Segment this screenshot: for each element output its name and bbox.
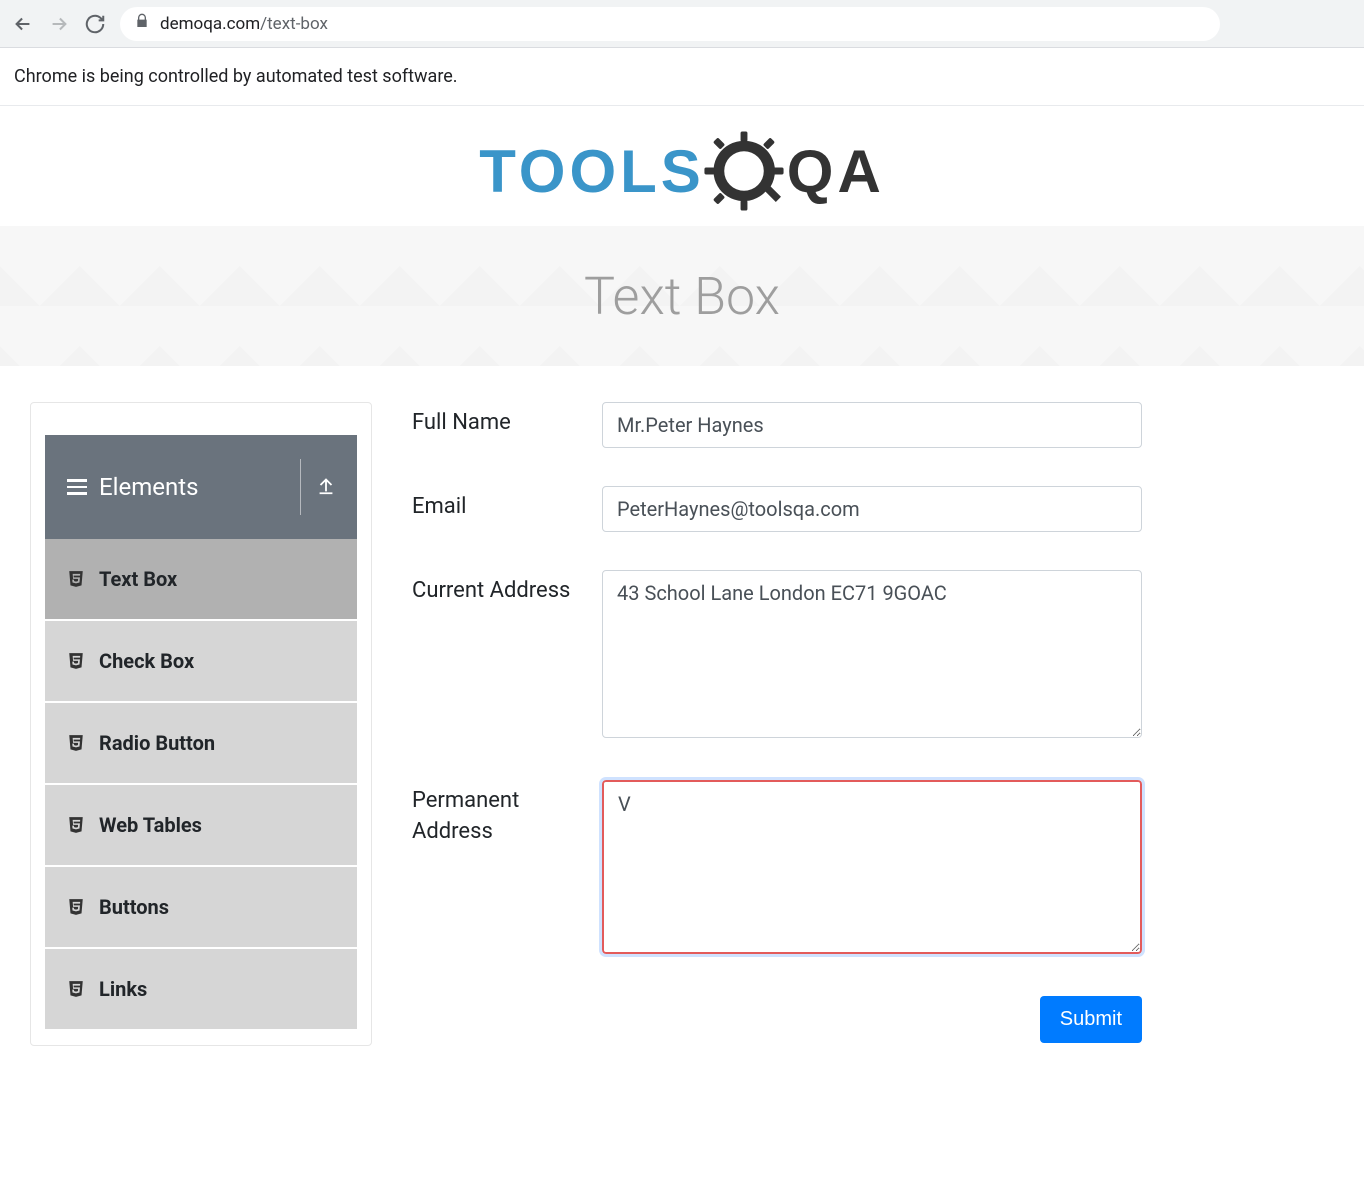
menu-icon	[67, 475, 87, 499]
sidebar-item-label: Radio Button	[99, 731, 215, 755]
forward-button[interactable]	[48, 13, 70, 35]
full-name-label: Full Name	[412, 402, 602, 439]
sidebar-item-radio-button[interactable]: Radio Button	[45, 703, 357, 785]
url-text: demoqa.com/text-box	[160, 14, 328, 34]
lock-icon	[134, 13, 150, 34]
email-label: Email	[412, 486, 602, 523]
sidebar-item-buttons[interactable]: Buttons	[45, 867, 357, 949]
sidebar-header[interactable]: Elements	[45, 435, 357, 539]
logo-suffix: QA	[787, 137, 885, 206]
current-address-label: Current Address	[412, 570, 602, 607]
reload-button[interactable]	[84, 13, 106, 35]
current-address-textarea[interactable]: 43 School Lane London EC71 9GOAC	[602, 570, 1142, 738]
sidebar-item-check-box[interactable]: Check Box	[45, 621, 357, 703]
back-button[interactable]	[12, 13, 34, 35]
gear-icon	[701, 128, 787, 214]
page-title: Text Box	[584, 266, 780, 327]
automation-banner: Chrome is being controlled by automated …	[0, 48, 1364, 106]
sidebar-item-web-tables[interactable]: Web Tables	[45, 785, 357, 867]
sidebar-header-label: Elements	[99, 473, 198, 501]
html5-icon	[67, 980, 85, 998]
html5-icon	[67, 898, 85, 916]
logo-text: TOOLS	[479, 137, 705, 206]
sidebar-item-text-box[interactable]: Text Box	[45, 539, 357, 621]
html5-icon	[67, 816, 85, 834]
sidebar-item-links[interactable]: Links	[45, 949, 357, 1031]
sidebar-item-label: Links	[99, 977, 147, 1001]
address-bar[interactable]: demoqa.com/text-box	[120, 7, 1220, 41]
sidebar-item-label: Buttons	[99, 895, 169, 919]
page-banner: Text Box	[0, 226, 1364, 366]
logo[interactable]: TOOLS QA	[479, 128, 885, 214]
automation-banner-text: Chrome is being controlled by automated …	[14, 66, 458, 87]
html5-icon	[67, 652, 85, 670]
html5-icon	[67, 734, 85, 752]
text-box-form: Full Name Email Current Address 43 Schoo…	[412, 402, 1142, 1043]
logo-area: TOOLS QA	[0, 106, 1364, 226]
full-name-input[interactable]	[602, 402, 1142, 448]
sidebar-item-label: Check Box	[99, 649, 194, 673]
email-input[interactable]	[602, 486, 1142, 532]
permanent-address-label: Permanent Address	[412, 780, 602, 848]
sidebar-item-label: Text Box	[99, 567, 177, 591]
sidebar: Elements Text Box Check Box Radio Button…	[30, 402, 372, 1046]
browser-toolbar: demoqa.com/text-box	[0, 0, 1364, 48]
sidebar-item-label: Web Tables	[99, 813, 202, 837]
submit-button[interactable]: Submit	[1040, 996, 1142, 1043]
divider	[300, 459, 301, 515]
permanent-address-textarea[interactable]: V	[602, 780, 1142, 954]
upload-icon	[315, 474, 337, 500]
html5-icon	[67, 570, 85, 588]
